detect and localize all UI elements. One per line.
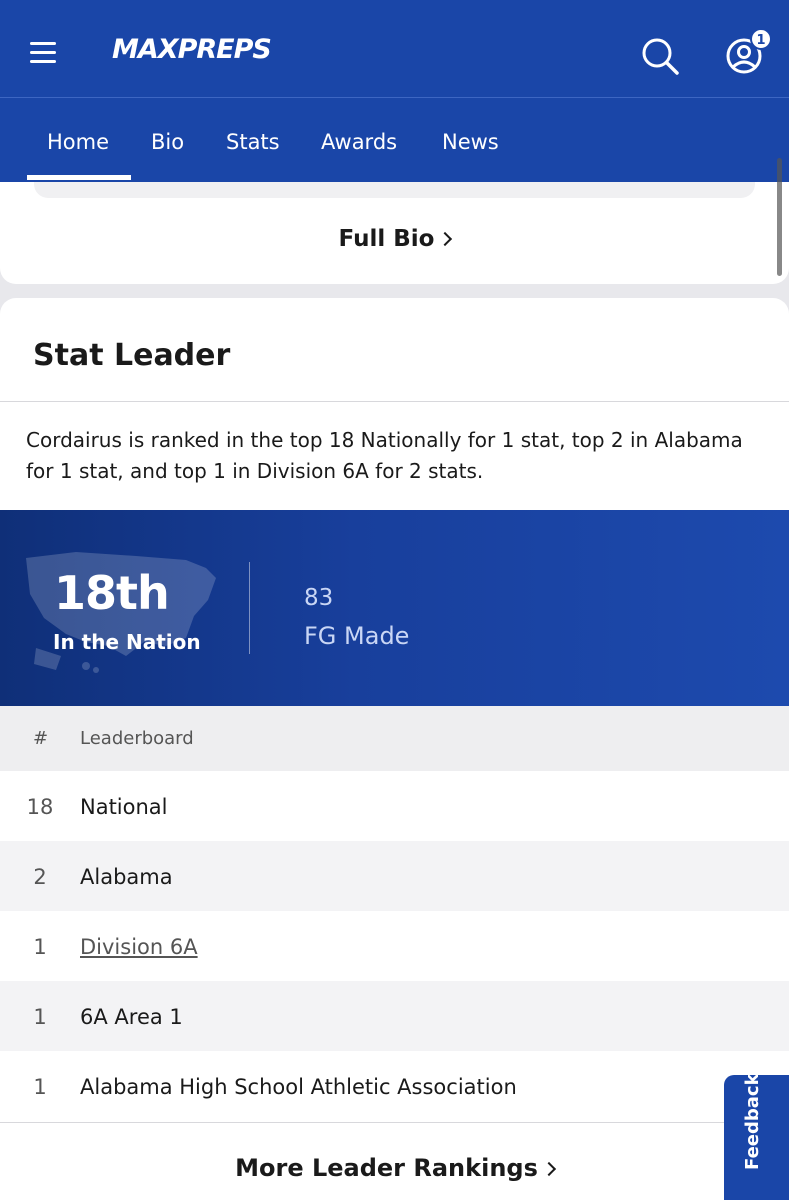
search-icon[interactable] [640,36,680,76]
bio-card: Full Bio [0,182,789,284]
leaderboard-name: National [80,795,168,819]
more-leader-rankings-label: More Leader Rankings [235,1154,538,1182]
more-leader-rankings-link[interactable]: More Leader Rankings [0,1154,789,1182]
notification-badge: 1 [750,28,772,50]
banner-divider [249,562,250,654]
full-bio-link[interactable]: Full Bio [0,226,789,252]
stat-name: FG Made [304,622,410,650]
leaderboard-name: Alabama [80,865,173,889]
leaderboard-row: 1 Alabama High School Athletic Associati… [0,1051,789,1121]
leaderboard-name: Alabama High School Athletic Association [80,1075,517,1099]
feedback-button[interactable]: Feedback [724,1073,789,1200]
leaderboard-row: 2 Alabama [0,841,789,911]
tab-bio[interactable]: Bio [151,130,184,154]
national-rank: 18th [54,566,170,620]
top-navigation-bar: MAXPREPS 1 [0,0,789,98]
tab-home[interactable]: Home [47,130,109,154]
stat-value: 83 [304,585,334,611]
player-tab-bar: Home Bio Stats Awards News [0,98,789,182]
leaderboard-header-rank: # [33,728,49,749]
leaderboard-rank: 1 [33,935,47,959]
stat-leader-banner: 18th In the Nation 83 FG Made [0,510,789,706]
leaderboard-rank: 18 [26,795,54,819]
division-6a-link[interactable]: Division 6A [80,935,198,959]
leaderboard-row: 1 6A Area 1 [0,981,789,1051]
scrollbar[interactable] [777,158,782,276]
chevron-right-icon [541,1161,556,1177]
leaderboard-row: 18 National [0,771,789,841]
tab-news[interactable]: News [442,130,499,154]
leaderboard-row: 1 Division 6A [0,911,789,981]
divider [0,401,789,402]
feedback-label: Feedback [742,1073,763,1170]
full-bio-label: Full Bio [338,226,435,252]
account-button[interactable]: 1 [724,28,772,78]
leaderboard-rank: 1 [33,1005,47,1029]
leaderboard-rank: 2 [33,865,47,889]
stat-leader-description: Cordairus is ranked in the top 18 Nation… [26,428,743,483]
leaderboard-header-name: Leaderboard [80,728,194,749]
leaderboard-header: # Leaderboard [0,706,789,771]
menu-icon[interactable] [30,42,56,64]
leaderboard-name: 6A Area 1 [80,1005,183,1029]
tab-awards[interactable]: Awards [321,130,397,154]
stat-leader-title: Stat Leader [33,338,231,373]
active-tab-indicator [27,175,131,180]
maxpreps-logo[interactable]: MAXPREPS [112,34,272,65]
chevron-right-icon [438,231,453,247]
leaderboard-rank: 1 [33,1075,47,1099]
bio-card-inner [34,182,755,198]
divider [0,1122,789,1123]
tab-stats[interactable]: Stats [226,130,280,154]
national-rank-label: In the Nation [53,630,201,654]
stat-leader-card: Stat Leader Cordairus is ranked in the t… [0,298,789,1200]
